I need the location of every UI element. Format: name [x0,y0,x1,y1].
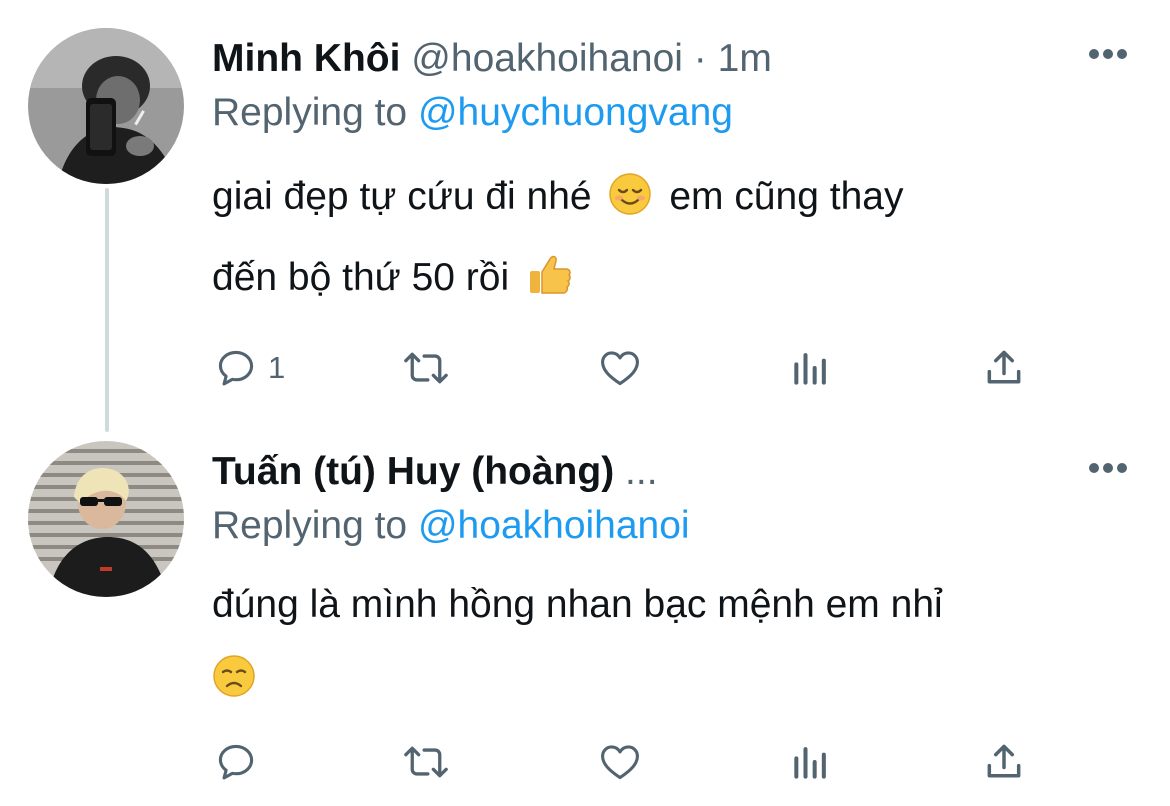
avatar[interactable] [28,441,184,597]
replying-to-label: Replying to [212,504,408,547]
reply-count: 1 [268,350,286,385]
relieved-smile-emoji [608,167,652,241]
tweet-actions [212,736,1092,788]
tweet-text-part: đúng là mình hồng nhan bạc mệnh em nhỉ [212,583,943,626]
replying-to-handle[interactable]: @huychuongvang [418,91,733,134]
tweet-actions: 1 [212,342,1092,394]
like-button[interactable] [597,342,643,394]
author-name[interactable]: Minh Khôi [212,37,400,80]
tweet-header: Minh Khôi @hoakhoihanoi · 1m [212,36,772,82]
more-icon[interactable] [1088,462,1128,474]
stats-button[interactable] [790,736,832,788]
retweet-button[interactable] [400,342,452,394]
share-icon [987,744,1021,778]
more-icon[interactable] [1088,48,1128,60]
share-button[interactable] [982,342,1026,394]
author-name[interactable]: Tuấn (tú) Huy (hoàng) [212,450,614,493]
like-icon [601,745,639,780]
timestamp[interactable]: 1m [718,37,772,80]
retweet-button[interactable] [400,736,452,788]
replying-to-label: Replying to [212,91,408,134]
reply-button[interactable]: 1 [214,342,285,394]
replying-to-handle[interactable]: @hoakhoihanoi [418,504,690,547]
share-button[interactable] [982,736,1026,788]
like-button[interactable] [597,736,643,788]
stats-icon [794,353,826,385]
reply-icon [218,350,254,386]
name-truncation: ... [625,450,658,493]
tweet-text-part: em cũng thay [669,175,904,218]
reply-icon [218,744,254,780]
reply-button[interactable] [214,736,268,788]
replying-to: Replying to @huychuongvang [212,90,733,136]
like-icon [601,351,639,386]
separator-dot: · [693,37,707,80]
share-icon [987,350,1021,384]
stats-icon [794,747,826,779]
tweet-text: đúng là mình hồng nhan bạc mệnh em nhỉ [212,568,1112,723]
thumbs-up-emoji [526,248,572,322]
disappointed-face-emoji [212,649,256,723]
author-handle[interactable]: @hoakhoihanoi [411,37,683,80]
thread-connector-line [105,188,109,432]
tweet-text-part: giai đẹp tự cứu đi nhé [212,175,592,218]
tweet-text-part: đến bộ thứ 50 rồi [212,256,510,299]
retweet-icon [404,746,448,778]
replying-to: Replying to @hoakhoihanoi [212,503,690,549]
avatar[interactable] [28,28,184,184]
tweet-text: giai đẹp tự cứu đi nhé em cũng thay đến … [212,160,1112,322]
retweet-icon [404,352,448,384]
stats-button[interactable] [790,342,832,394]
tweet-header: Tuấn (tú) Huy (hoàng) ... [212,449,658,495]
